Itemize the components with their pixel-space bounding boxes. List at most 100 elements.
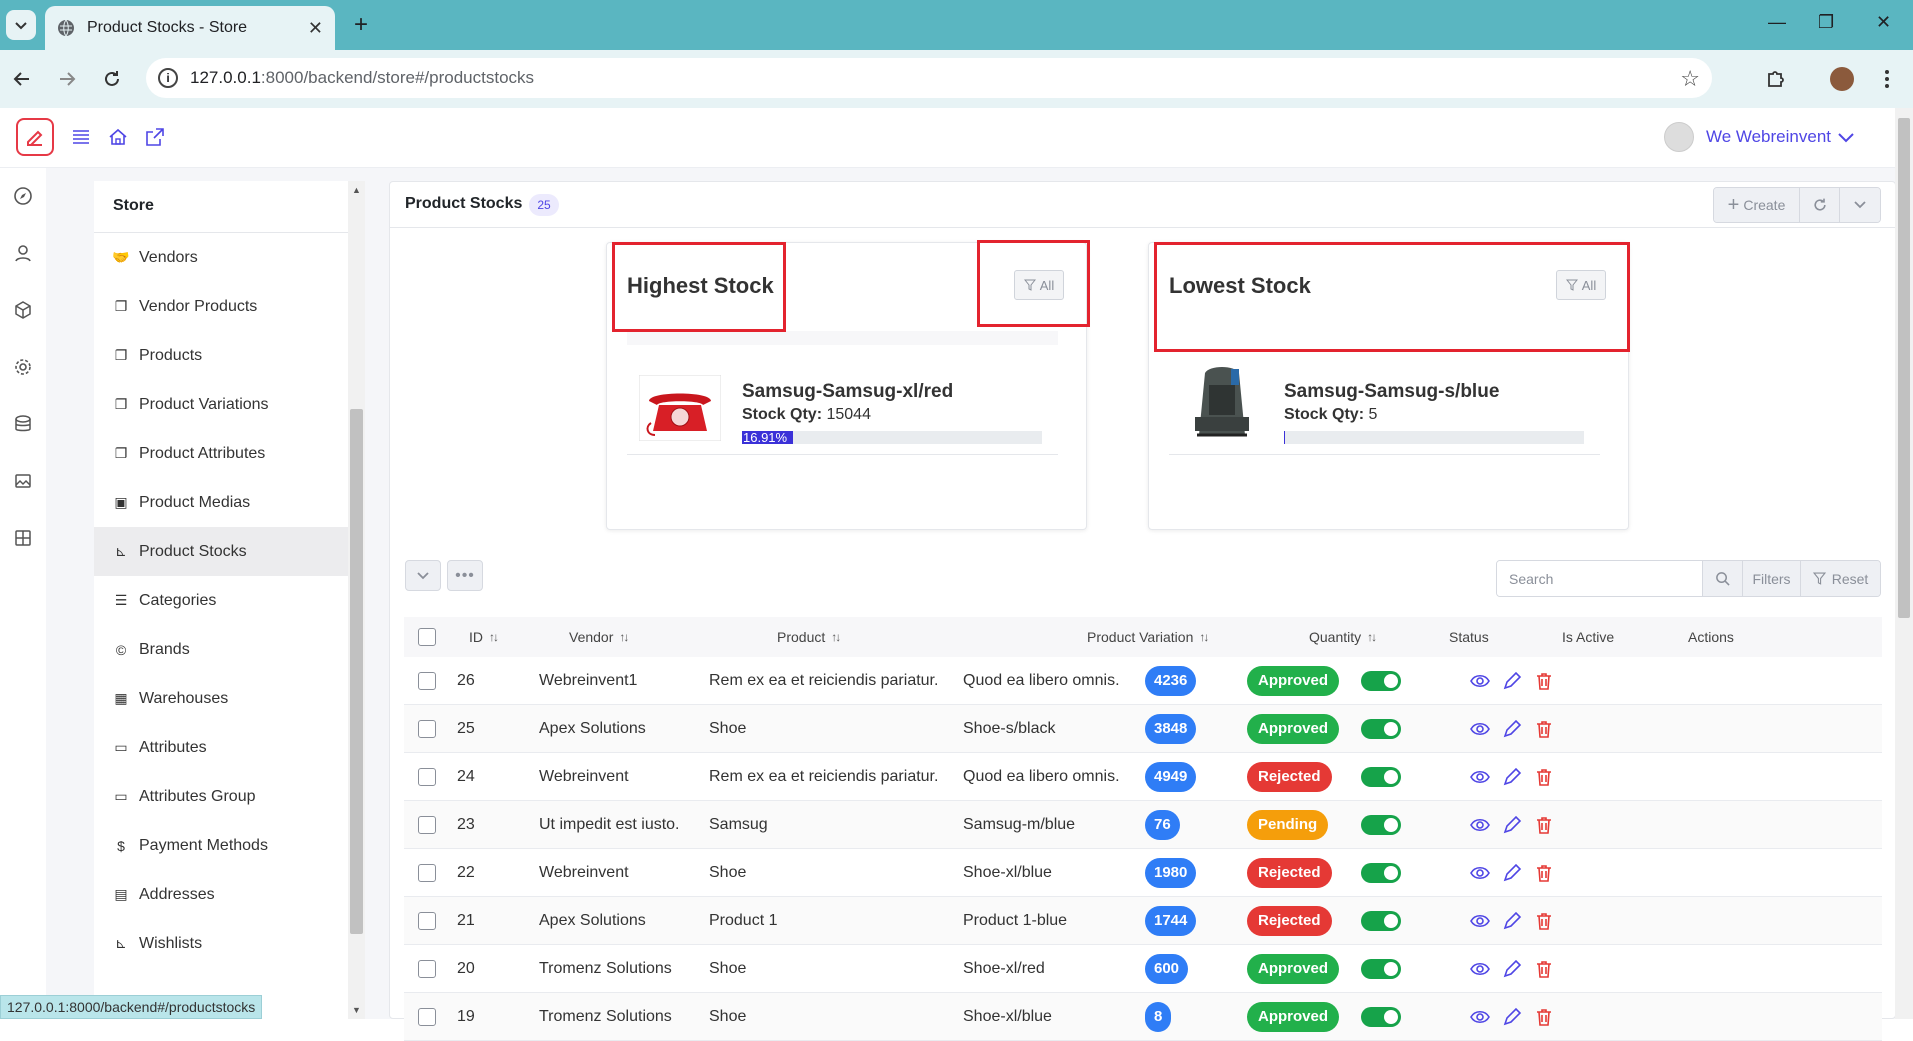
edit-pencil-icon[interactable] [1502, 1007, 1522, 1027]
browser-menu-button[interactable] [1873, 65, 1901, 93]
is-active-toggle[interactable] [1361, 766, 1401, 787]
table-row[interactable]: 20 Tromenz Solutions Shoe Shoe-xl/red 600 App… [404, 945, 1882, 993]
col-id[interactable]: ID ↑↓ [469, 629, 499, 645]
row-checkbox[interactable] [418, 719, 436, 738]
address-bar[interactable]: i 127.0.0.1:8000/backend/store#/products… [146, 58, 1712, 98]
row-checkbox[interactable] [418, 863, 436, 882]
site-info-icon[interactable]: i [158, 68, 178, 88]
page-scroll-thumb[interactable] [1898, 118, 1910, 618]
delete-trash-icon[interactable] [1534, 911, 1554, 931]
tab-search-button[interactable] [6, 10, 36, 40]
table-row[interactable]: 22 Webreinvent Shoe Shoe-xl/blue 1980 Rejecte… [404, 849, 1882, 897]
row-checkbox[interactable] [418, 767, 436, 786]
images-icon[interactable] [13, 471, 33, 491]
page-scrollbar[interactable] [1895, 108, 1913, 1019]
delete-trash-icon[interactable] [1534, 815, 1554, 835]
col-product[interactable]: Product ↑↓ [777, 629, 841, 645]
app-logo[interactable] [16, 118, 54, 156]
sidebar-item-products[interactable]: ❐ Products [94, 331, 348, 380]
sidebar-item-vendors[interactable]: 🤝 Vendors [94, 233, 348, 282]
row-checkbox[interactable] [418, 671, 436, 690]
lowest-stock-item[interactable]: Samsug-Samsug-s/blue Stock Qty: 5 [1169, 345, 1600, 455]
reload-list-button[interactable] [1800, 188, 1840, 222]
new-tab-button[interactable]: + [346, 10, 376, 40]
compass-icon[interactable] [13, 186, 33, 206]
table-row[interactable]: 24 Webreinvent Rem ex ea et reiciendis par… [404, 753, 1882, 801]
filters-button[interactable]: Filters [1743, 561, 1801, 596]
is-active-toggle[interactable] [1361, 958, 1401, 979]
sidebar-scrollbar[interactable]: ▲ ▼ [348, 181, 365, 1019]
delete-trash-icon[interactable] [1534, 959, 1554, 979]
view-eye-icon[interactable] [1470, 767, 1490, 787]
view-eye-icon[interactable] [1470, 863, 1490, 883]
edit-pencil-icon[interactable] [1502, 767, 1522, 787]
view-eye-icon[interactable] [1470, 719, 1490, 739]
view-eye-icon[interactable] [1470, 815, 1490, 835]
more-options-button[interactable]: ••• [447, 560, 483, 591]
view-eye-icon[interactable] [1470, 1007, 1490, 1027]
row-checkbox[interactable] [418, 959, 436, 978]
is-active-toggle[interactable] [1361, 1006, 1401, 1027]
sidebar-item-categories[interactable]: ☰ Categories [94, 576, 348, 625]
table-icon[interactable] [13, 528, 33, 548]
is-active-toggle[interactable] [1361, 814, 1401, 835]
bookmark-star-icon[interactable]: ☆ [1680, 66, 1700, 92]
reload-button[interactable] [98, 65, 126, 93]
external-link-icon[interactable] [144, 126, 166, 148]
table-row[interactable]: 25 Apex Solutions Shoe Shoe-s/black 3848 Appr… [404, 705, 1882, 753]
sidebar-item-product-attributes[interactable]: ❐ Product Attributes [94, 429, 348, 478]
browser-tab[interactable]: Product Stocks - Store ✕ [45, 6, 335, 50]
create-button[interactable]: + Create [1714, 188, 1800, 222]
restore-button[interactable]: ❐ [1818, 12, 1834, 33]
search-button[interactable] [1703, 561, 1743, 596]
col-quantity[interactable]: Quantity ↑↓ [1309, 629, 1377, 645]
sidebar-scroll-thumb[interactable] [350, 409, 363, 934]
sidebar-item-attributes-group[interactable]: ▭ Attributes Group [94, 772, 348, 821]
user-menu[interactable]: We Webreinvent [1663, 122, 1855, 152]
sidebar-item-payment-methods[interactable]: $ Payment Methods [94, 821, 348, 870]
edit-pencil-icon[interactable] [1502, 911, 1522, 931]
sidebar-item-product-stocks[interactable]: ⊾ Product Stocks [94, 527, 348, 576]
edit-pencil-icon[interactable] [1502, 863, 1522, 883]
cube-icon[interactable] [13, 300, 33, 320]
view-eye-icon[interactable] [1470, 671, 1490, 691]
sidebar-item-attributes[interactable]: ▭ Attributes [94, 723, 348, 772]
forward-button[interactable] [53, 65, 81, 93]
row-checkbox[interactable] [418, 911, 436, 930]
edit-pencil-icon[interactable] [1502, 719, 1522, 739]
scroll-down-arrow-icon[interactable]: ▼ [352, 1005, 361, 1015]
select-all-checkbox[interactable] [418, 628, 436, 646]
reset-button[interactable]: Reset [1801, 561, 1880, 596]
sidebar-item-warehouses[interactable]: ▦ Warehouses [94, 674, 348, 723]
search-input[interactable] [1497, 561, 1703, 596]
row-checkbox[interactable] [418, 1007, 436, 1026]
menu-icon[interactable] [70, 126, 92, 148]
more-actions-dropdown[interactable] [1840, 188, 1880, 222]
row-checkbox[interactable] [418, 815, 436, 834]
col-variation[interactable]: Product Variation ↑↓ [1087, 629, 1209, 645]
back-button[interactable] [8, 65, 36, 93]
edit-pencil-icon[interactable] [1502, 959, 1522, 979]
close-tab-icon[interactable]: ✕ [308, 18, 323, 39]
sidebar-item-vendor-products[interactable]: ❐ Vendor Products [94, 282, 348, 331]
table-row[interactable]: 21 Apex Solutions Product 1 Product 1-blue 1… [404, 897, 1882, 945]
highest-stock-item[interactable]: Samsug-Samsug-xl/red Stock Qty: 15044 16… [627, 345, 1058, 455]
home-icon[interactable] [107, 126, 129, 148]
is-active-toggle[interactable] [1361, 670, 1401, 691]
view-eye-icon[interactable] [1470, 911, 1490, 931]
scroll-up-arrow-icon[interactable]: ▲ [352, 185, 361, 195]
minimize-button[interactable]: — [1768, 12, 1786, 33]
database-icon[interactable] [13, 414, 33, 434]
gear-icon[interactable] [13, 357, 33, 377]
sidebar-item-addresses[interactable]: ▤ Addresses [94, 870, 348, 919]
bulk-select-dropdown[interactable] [405, 560, 441, 591]
table-row[interactable]: 23 Ut impedit est iusto. Samsug Samsug-m/bl… [404, 801, 1882, 849]
is-active-toggle[interactable] [1361, 910, 1401, 931]
sidebar-item-product-medias[interactable]: ▣ Product Medias [94, 478, 348, 527]
profile-avatar-button[interactable] [1828, 65, 1856, 93]
view-eye-icon[interactable] [1470, 959, 1490, 979]
delete-trash-icon[interactable] [1534, 767, 1554, 787]
user-icon[interactable] [13, 243, 33, 263]
delete-trash-icon[interactable] [1534, 863, 1554, 883]
delete-trash-icon[interactable] [1534, 719, 1554, 739]
